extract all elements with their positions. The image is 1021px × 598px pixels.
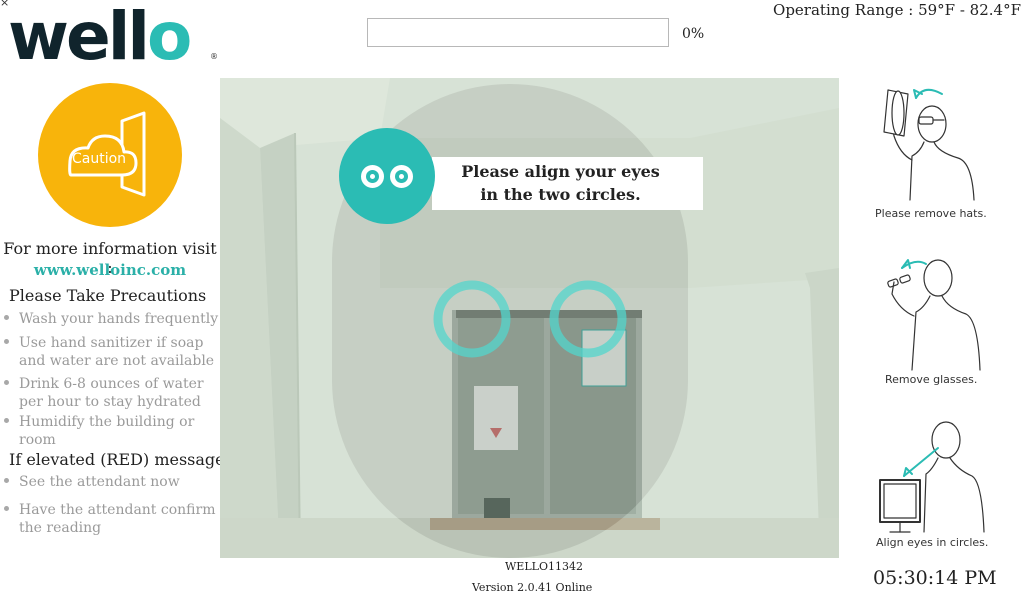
precaution-item: Wash your hands frequently (19, 311, 219, 327)
logo-o: o (146, 0, 192, 75)
elevated-heading: If elevated (RED) message (9, 450, 225, 469)
remove-glasses-illustration (872, 252, 992, 374)
precaution-item: Drink 6-8 ounces of water per hour to st… (19, 376, 204, 410)
caution-label: Caution (72, 151, 127, 167)
camera-feed (220, 78, 839, 558)
remove-glasses-caption: Remove glasses. (885, 373, 978, 386)
bullet-dot (4, 380, 9, 385)
bullet-dot (4, 315, 9, 320)
logo-text: well (8, 0, 150, 75)
prompt-line-2: in the two circles. (480, 185, 641, 204)
bullet-dot (4, 339, 9, 344)
elevated-step: See the attendant now (19, 474, 180, 490)
wello-logo: wello (8, 4, 192, 70)
clock: 05:30:14 PM (873, 567, 997, 589)
bullet-dot (4, 478, 9, 483)
elevated-step: Have the attendant confirm the reading (19, 502, 216, 536)
bullet-dot (4, 418, 9, 423)
align-eyes-illustration (872, 416, 992, 536)
version-status: Version 2.0.41 Online (472, 581, 593, 594)
logo-registered-mark: ® (210, 52, 218, 61)
align-eyes-prompt-text: Please align your eyes in the two circle… (432, 160, 689, 206)
left-eye-dot (361, 165, 384, 188)
eyes-icon (339, 128, 435, 224)
remove-hats-caption: Please remove hats. (875, 207, 987, 220)
info-url-link[interactable]: www.welloinc.com (0, 261, 220, 279)
remove-hat-illustration (872, 80, 992, 204)
scan-progress-bar (367, 18, 669, 47)
align-eyes-caption: Align eyes in circles. (876, 536, 989, 549)
bullet-dot (4, 506, 9, 511)
prompt-line-1: Please align your eyes (461, 162, 660, 181)
scan-progress-percent: 0% (682, 26, 705, 42)
right-eye-dot (390, 165, 413, 188)
device-id: WELLO11342 (505, 560, 583, 573)
precaution-item: Humidify the building or room (19, 414, 195, 448)
precautions-heading: Please Take Precautions (9, 286, 207, 305)
operating-range: Operating Range : 59°F - 82.4°F (773, 1, 1021, 19)
precaution-item: Use hand sanitizer if soap and water are… (19, 335, 215, 369)
